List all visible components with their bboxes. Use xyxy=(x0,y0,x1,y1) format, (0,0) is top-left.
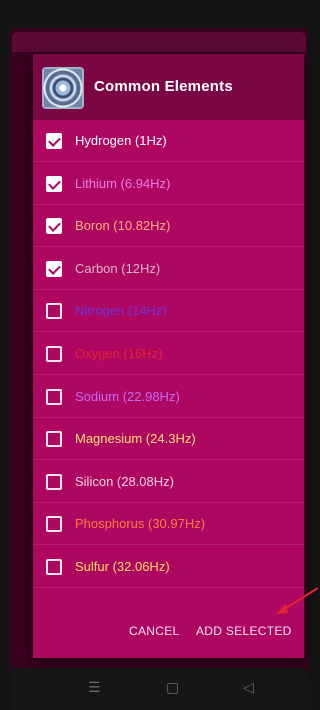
common-elements-dialog: Common Elements Hydrogen (1Hz) Lithium (6… xyxy=(33,54,304,658)
element-row[interactable]: Nitrogen (14Hz) xyxy=(33,290,304,333)
element-label: Silicon (28.08Hz) xyxy=(75,473,174,489)
element-label: Oxygen (16Hz) xyxy=(75,346,163,361)
element-row[interactable]: Sodium (22.98Hz) xyxy=(33,376,304,418)
unchecked-checkbox[interactable] xyxy=(46,473,62,490)
unchecked-checkbox[interactable] xyxy=(46,516,62,533)
element-list: Hydrogen (1Hz) Lithium (6.94Hz) Boron (10.… xyxy=(33,120,304,647)
home-icon[interactable]: ▢ xyxy=(166,680,179,696)
element-row[interactable]: Magnesium (24.3Hz) xyxy=(33,418,304,461)
dialog-header: Common Elements xyxy=(33,54,304,120)
unchecked-checkbox[interactable] xyxy=(46,303,62,320)
app-toolbar-edge xyxy=(12,32,306,52)
add-selected-button[interactable]: ADD SELECTED xyxy=(196,624,292,638)
unchecked-checkbox[interactable] xyxy=(46,559,62,575)
cancel-button[interactable]: CANCEL xyxy=(129,624,179,638)
element-row[interactable]: Carbon (12Hz) xyxy=(33,248,304,290)
element-label: Carbon (12Hz) xyxy=(75,260,161,276)
element-row[interactable]: Hydrogen (1Hz) xyxy=(33,120,304,162)
dialog-actions: CANCEL ADD SELECTED xyxy=(33,614,304,650)
back-icon[interactable]: ◁ xyxy=(243,680,254,696)
element-label: Sulfur (32.06Hz) xyxy=(75,559,170,574)
navigation-bar: ☰ ▢ ◁ xyxy=(12,668,306,710)
checked-checkbox[interactable] xyxy=(46,260,62,277)
dialog-title: Common Elements xyxy=(94,78,233,95)
checked-checkbox[interactable] xyxy=(46,218,62,235)
element-label: Magnesium (24.3Hz) xyxy=(75,431,196,447)
status-bar xyxy=(0,0,318,28)
element-row[interactable]: Sulfur (32.06Hz) xyxy=(33,546,304,588)
element-row[interactable]: Phosphorus (30.97Hz) xyxy=(33,503,304,546)
unchecked-checkbox[interactable] xyxy=(46,388,62,405)
checked-checkbox[interactable] xyxy=(46,133,62,149)
element-row[interactable]: Silicon (28.08Hz) xyxy=(33,461,304,503)
element-label: Lithium (6.94Hz) xyxy=(75,175,171,191)
element-label: Nitrogen (14Hz) xyxy=(75,303,167,319)
element-label: Hydrogen (1Hz) xyxy=(75,133,167,148)
unchecked-checkbox[interactable] xyxy=(46,431,62,448)
element-row[interactable]: Boron (10.82Hz) xyxy=(33,205,304,248)
element-row[interactable]: Lithium (6.94Hz) xyxy=(33,163,304,205)
checked-checkbox[interactable] xyxy=(46,175,62,192)
element-label: Phosphorus (30.97Hz) xyxy=(75,516,206,532)
unchecked-checkbox[interactable] xyxy=(46,346,62,362)
element-row[interactable]: Oxygen (16Hz) xyxy=(33,333,304,375)
mandala-icon xyxy=(42,67,84,109)
element-label: Sodium (22.98Hz) xyxy=(75,388,180,404)
menu-icon[interactable]: ☰ xyxy=(88,680,101,696)
element-label: Boron (10.82Hz) xyxy=(75,218,171,234)
